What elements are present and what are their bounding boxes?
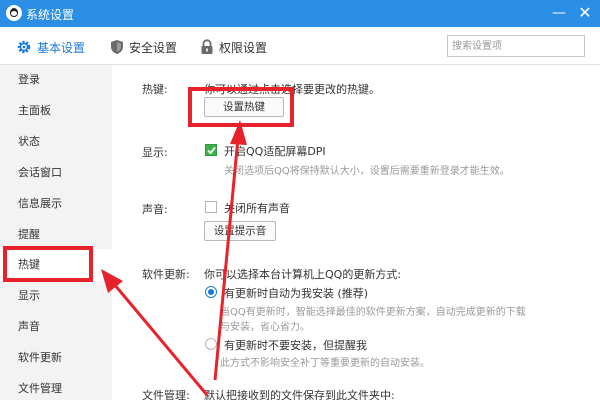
tab-security-label: 安全设置 [129,40,178,55]
minimize-button[interactable]: — [550,4,568,22]
sidebar-item-display[interactable]: 显示 [0,281,112,311]
dpi-checkbox[interactable] [205,144,217,156]
auto-install-hint-line2: 与安装，省心省力。 [220,322,310,333]
tab-permission-label: 权限设置 [219,40,268,55]
update-section-label: 软件更新: [142,268,190,281]
file-management-description: 默认把接收到的文件保存到此文件夹中: [204,389,395,400]
settings-tab-bar: 基本设置 安全设置 权限设置 [0,27,600,65]
set-notification-sound-button[interactable]: 设置提示音 [204,221,276,241]
settings-content: 热键: 你可以通过点击选择要更改的热键。 设置热键 显示: 开启QQ适配屏幕DP… [112,65,600,400]
sidebar-item-sound[interactable]: 声音 [0,312,112,342]
notify-only-label: 有更新时不要安装，但提醒我 [224,339,367,352]
sound-section-label: 声音: [142,203,168,216]
search-input[interactable] [452,38,582,54]
sidebar-item-login[interactable]: 登录 [0,65,112,95]
settings-search-box[interactable] [447,35,585,57]
sidebar-item-main-panel[interactable]: 主面板 [0,96,112,126]
sidebar-item-chat-window[interactable]: 会话窗口 [0,158,112,188]
settings-sidebar: 登录 主面板 状态 会话窗口 信息展示 提醒 热键 显示 声音 软件更新 文件管… [0,65,112,400]
dpi-checkbox-label: 开启QQ适配屏幕DPI [224,145,326,158]
hotkey-sidebar-highlight-box [3,246,93,282]
qq-penguin-icon [6,5,22,21]
sidebar-item-file-management[interactable]: 文件管理 [0,374,112,400]
title-bar: 系统设置 — ✕ [0,0,600,27]
sidebar-item-info-display[interactable]: 信息展示 [0,189,112,219]
notify-only-radio[interactable] [205,338,217,350]
tab-permission-settings[interactable]: 权限设置 [200,38,267,56]
notify-only-hint: 此方式不影响安全补丁等重要更新的自动安装。 [220,358,430,369]
close-button[interactable]: ✕ [576,4,594,22]
dpi-hint: 关闭选项后QQ将保持默认大小，设置后需要重新登录才能生效。 [224,166,510,177]
file-management-section-label: 文件管理: [142,389,190,400]
gear-icon [17,40,31,54]
mute-all-checkbox[interactable] [205,201,217,213]
tab-security-settings[interactable]: 安全设置 [110,38,177,56]
auto-install-label: 有更新时自动为我安装 (推荐) [224,287,369,300]
update-description: 你可以选择本台计算机上QQ的更新方式: [204,268,402,281]
auto-install-hint-line1: 当QQ有更新时，智能选择最佳的软件更新方案，自动完成更新的下载 [220,307,526,318]
tab-basic-settings[interactable]: 基本设置 [16,38,85,56]
sidebar-item-software-update[interactable]: 软件更新 [0,343,112,373]
sidebar-item-status[interactable]: 状态 [0,127,112,157]
display-section-label: 显示: [142,146,168,159]
tab-basic-label: 基本设置 [37,40,86,55]
mute-all-label: 关闭所有声音 [224,202,290,215]
lock-icon [201,39,213,54]
set-hotkey-highlight-box [188,87,294,127]
check-icon [207,146,216,155]
hotkey-section-label: 热键: [142,83,168,96]
shield-icon [111,40,123,54]
window-title: 系统设置 [26,8,75,22]
auto-install-radio[interactable] [205,286,217,298]
